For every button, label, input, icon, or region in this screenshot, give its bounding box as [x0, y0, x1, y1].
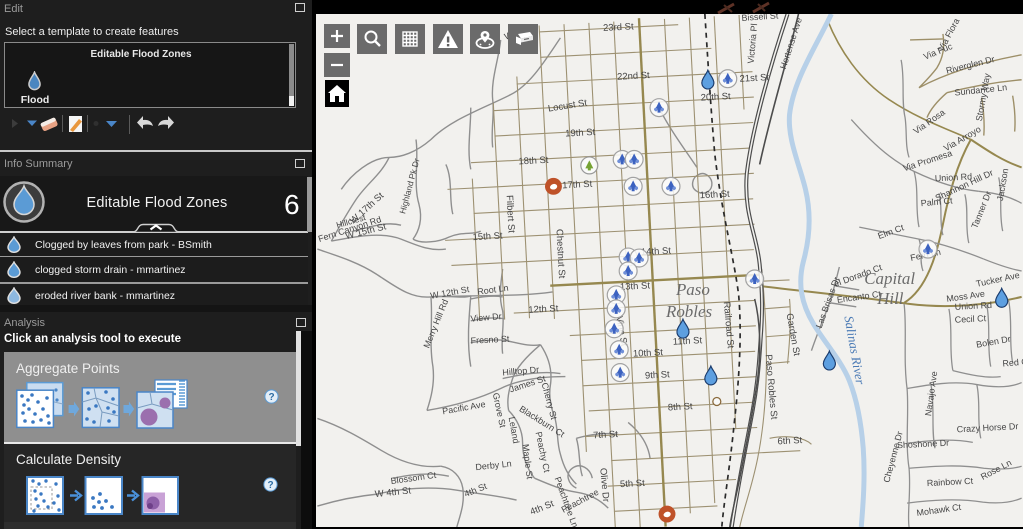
svg-text:Robles: Robles	[665, 302, 712, 321]
svg-text:19th St: 19th St	[565, 127, 596, 140]
svg-text:7th St: 7th St	[593, 429, 619, 441]
svg-text:5th St: 5th St	[620, 478, 646, 490]
svg-text:12th St: 12th St	[528, 303, 559, 316]
svg-text:22nd St: 22nd St	[617, 70, 650, 83]
svg-text:Hill: Hill	[876, 289, 904, 308]
svg-text:10th St: 10th St	[633, 347, 664, 360]
svg-text:18th St: 18th St	[518, 155, 549, 168]
svg-text:?: ?	[268, 392, 274, 403]
svg-text:Paso: Paso	[675, 280, 710, 299]
svg-text:21st St: 21st St	[739, 72, 769, 85]
svg-text:Cecil Ct: Cecil Ct	[954, 313, 986, 325]
svg-text:11th St: 11th St	[673, 335, 703, 348]
svg-text:Red C: Red C	[1002, 356, 1023, 368]
svg-text:6th St: 6th St	[777, 435, 803, 447]
svg-text:9th St: 9th St	[645, 369, 671, 381]
svg-text:23rd St: 23rd St	[603, 21, 634, 34]
svg-text:16th St: 16th St	[699, 189, 730, 202]
svg-text:20th St: 20th St	[700, 91, 731, 104]
svg-text:Fresno St: Fresno St	[470, 334, 510, 346]
svg-text:?: ?	[267, 480, 273, 491]
svg-text:Capital: Capital	[864, 269, 915, 288]
svg-text:Filbert St: Filbert St	[504, 195, 517, 234]
svg-text:17th St: 17th St	[562, 179, 593, 192]
svg-text:15th St: 15th St	[472, 231, 503, 244]
svg-text:8th St: 8th St	[668, 401, 694, 413]
